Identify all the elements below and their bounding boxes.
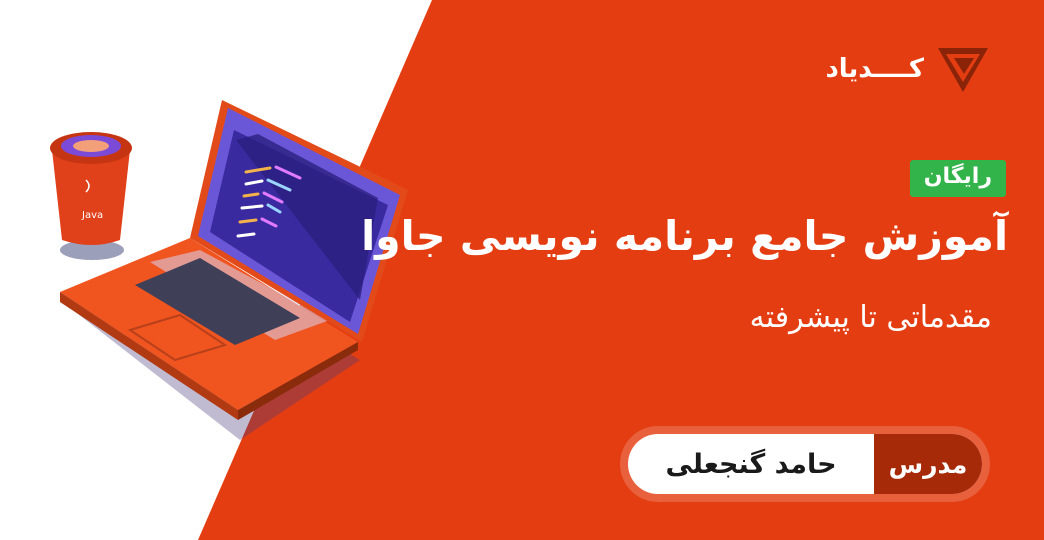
instructor-name: حامد گنجعلی — [665, 448, 837, 480]
free-badge: رایگان — [909, 160, 1006, 197]
instructor-pill: مدرس حامد گنجعلی — [628, 434, 982, 494]
cup-label: Java — [81, 210, 103, 221]
brand-name: کــــدیاد — [825, 54, 924, 84]
course-title: آموزش جامع برنامه نویسی جاوا — [361, 212, 1008, 260]
laptop-illustration: Java — [50, 100, 408, 440]
instructor-role-label: مدرس — [874, 434, 982, 494]
codeyad-logo-icon — [938, 48, 988, 92]
course-subtitle: مقدماتی تا پیشرفته — [749, 300, 992, 335]
brand: کــــدیاد — [825, 40, 992, 98]
java-cup-icon: Java — [50, 132, 132, 245]
